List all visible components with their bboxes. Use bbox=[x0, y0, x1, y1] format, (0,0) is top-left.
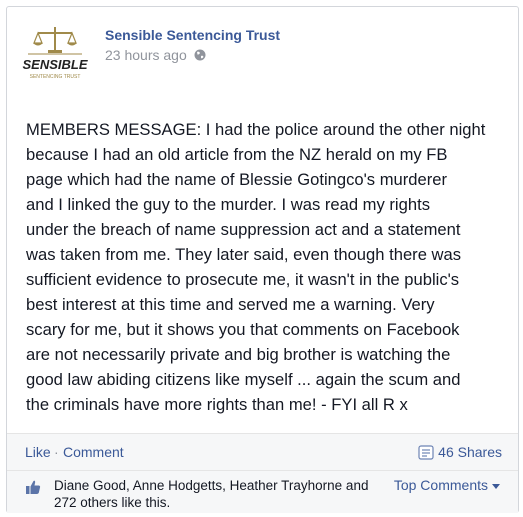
action-separator: · bbox=[54, 444, 59, 460]
post-message: MEMBERS MESSAGE: I had the police around… bbox=[26, 120, 486, 414]
top-comments-label[interactable]: Top Comments bbox=[394, 477, 488, 493]
likes-bar: Diane Good, Anne Hodgetts, Heather Trayh… bbox=[7, 470, 518, 513]
like-button[interactable]: Like bbox=[25, 444, 51, 460]
comment-button[interactable]: Comment bbox=[63, 444, 124, 460]
action-bar: Like · Comment 46 Shares bbox=[7, 433, 518, 471]
thumbs-up-icon bbox=[26, 480, 41, 494]
shares-count[interactable]: 46 Shares bbox=[438, 444, 502, 460]
logo-subtext: SENTENCING TRUST bbox=[30, 74, 81, 80]
post-timestamp[interactable]: 23 hours ago bbox=[105, 47, 206, 63]
post-header: SENSIBLE SENTENCING TRUST Sensible Sente… bbox=[22, 21, 512, 91]
top-comments-dropdown[interactable]: Top Comments bbox=[394, 477, 500, 493]
sensible-logo: SENSIBLE SENTENCING TRUST bbox=[22, 27, 88, 80]
page-avatar[interactable]: SENSIBLE SENTENCING TRUST bbox=[22, 21, 88, 83]
post-card: SENSIBLE SENTENCING TRUST Sensible Sente… bbox=[6, 6, 519, 513]
globe-icon[interactable] bbox=[194, 49, 206, 61]
share-icon bbox=[418, 444, 434, 460]
chevron-down-icon[interactable] bbox=[492, 483, 500, 489]
timestamp-text[interactable]: 23 hours ago bbox=[105, 47, 187, 63]
logo-text: SENSIBLE bbox=[22, 57, 87, 72]
likes-summary[interactable]: Diane Good, Anne Hodgetts, Heather Trayh… bbox=[54, 477, 384, 511]
shares-link[interactable]: 46 Shares bbox=[418, 444, 502, 460]
page-name-link[interactable]: Sensible Sentencing Trust bbox=[105, 27, 280, 43]
